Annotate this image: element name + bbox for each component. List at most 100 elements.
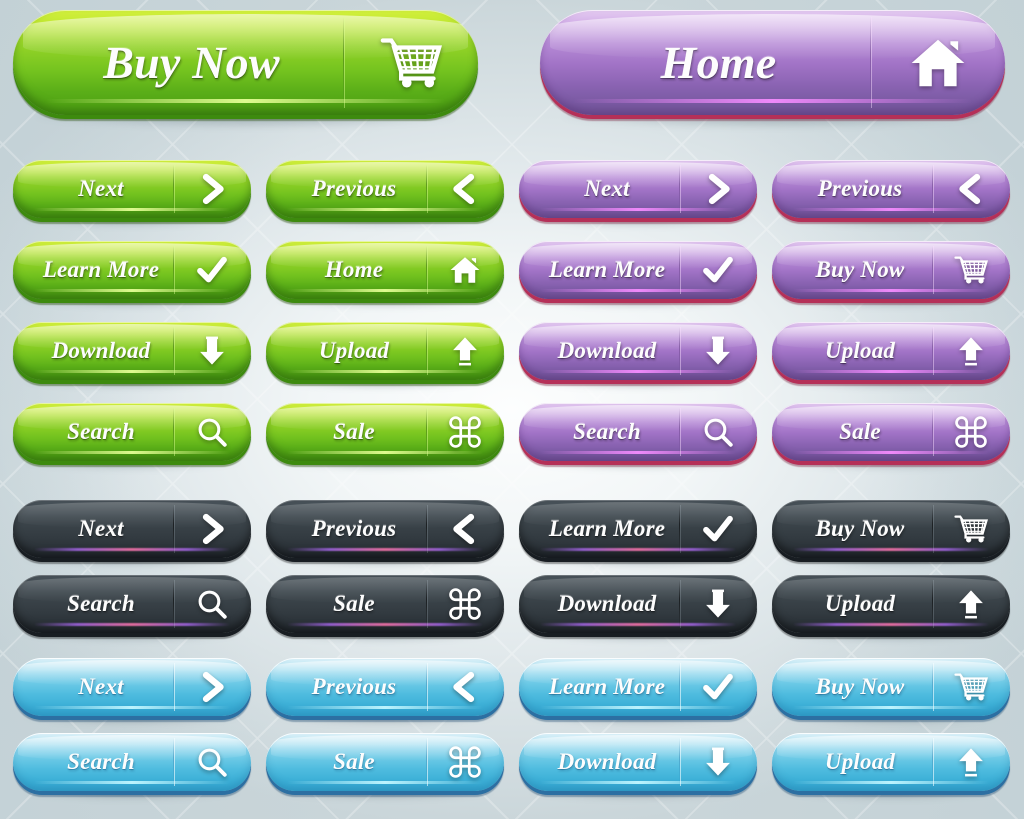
button-label: Next: [78, 674, 124, 699]
button-light-streak: [34, 289, 230, 292]
button-body: Upload: [772, 733, 1010, 791]
button-body: Search: [13, 733, 251, 791]
button-label: Sale: [333, 419, 375, 444]
command-icon: [932, 415, 1010, 449]
button-light-streak: [793, 451, 989, 454]
chevron-left-icon: [426, 670, 504, 704]
arrow-down-icon: [679, 334, 757, 368]
button-body: Sale: [772, 403, 1010, 461]
button-upload-blue[interactable]: Upload: [772, 733, 1010, 800]
button-light-streak: [34, 706, 230, 709]
button-label: Learn More: [548, 516, 666, 541]
button-upload-green[interactable]: Upload: [266, 322, 504, 389]
button-body: Upload: [772, 322, 1010, 380]
button-label: Learn More: [548, 674, 666, 699]
button-search-green[interactable]: Search: [13, 403, 251, 470]
arrow-up-icon: [932, 745, 1010, 779]
button-label: Home: [324, 257, 384, 282]
button-search-dark[interactable]: Search: [13, 575, 251, 642]
button-body: Upload: [266, 322, 504, 380]
checkmark-icon: [679, 253, 757, 287]
button-next-blue[interactable]: Next: [13, 658, 251, 725]
button-light-streak: [793, 370, 989, 373]
button-learn-more-blue[interactable]: Learn More: [519, 658, 757, 725]
button-label: Next: [78, 176, 124, 201]
command-icon: [426, 587, 504, 621]
arrow-up-icon: [932, 587, 1010, 621]
button-light-streak: [540, 289, 736, 292]
button-previous-blue[interactable]: Previous: [266, 658, 504, 725]
chevron-right-icon: [173, 172, 251, 206]
shopping-cart-icon: [932, 253, 1010, 287]
button-learn-more-purple[interactable]: Learn More: [519, 241, 757, 308]
button-body: Learn More: [13, 241, 251, 299]
button-upload-purple[interactable]: Upload: [772, 322, 1010, 389]
button-body: Next: [519, 160, 757, 218]
button-buy-now-blue[interactable]: Buy Now: [772, 658, 1010, 725]
button-home-green[interactable]: Home: [266, 241, 504, 308]
button-next-dark[interactable]: Next: [13, 500, 251, 567]
button-next-purple[interactable]: Next: [519, 160, 757, 227]
checkmark-icon: [679, 670, 757, 704]
button-learn-more-dark[interactable]: Learn More: [519, 500, 757, 567]
button-label: Upload: [824, 749, 896, 774]
button-light-streak: [34, 451, 230, 454]
button-label: Upload: [824, 591, 896, 616]
button-buy-now-purple[interactable]: Buy Now: [772, 241, 1010, 308]
button-label: Buy Now: [103, 37, 280, 88]
button-label: Home: [660, 37, 777, 88]
magnifier-icon: [679, 415, 757, 449]
magnifier-icon: [173, 587, 251, 621]
button-search-blue[interactable]: Search: [13, 733, 251, 800]
button-search-purple[interactable]: Search: [519, 403, 757, 470]
button-label: Search: [67, 419, 135, 444]
arrow-up-icon: [426, 334, 504, 368]
button-body: Previous: [266, 658, 504, 716]
button-label: Sale: [839, 419, 881, 444]
button-previous-dark[interactable]: Previous: [266, 500, 504, 567]
button-light-streak: [793, 623, 989, 626]
button-buy-now-green[interactable]: Buy Now: [13, 10, 478, 128]
button-body: Home: [540, 10, 1005, 115]
home-icon: [426, 253, 504, 287]
button-label: Search: [67, 591, 135, 616]
button-light-streak: [45, 99, 446, 103]
button-sale-purple[interactable]: Sale: [772, 403, 1010, 470]
button-sale-blue[interactable]: Sale: [266, 733, 504, 800]
button-light-streak: [287, 623, 483, 626]
button-download-dark[interactable]: Download: [519, 575, 757, 642]
button-body: Learn More: [519, 658, 757, 716]
chevron-right-icon: [173, 512, 251, 546]
magnifier-icon: [173, 415, 251, 449]
button-next-green[interactable]: Next: [13, 160, 251, 227]
button-body: Search: [519, 403, 757, 461]
button-previous-green[interactable]: Previous: [266, 160, 504, 227]
button-label: Download: [557, 338, 657, 363]
chevron-right-icon: [173, 670, 251, 704]
button-label: Learn More: [548, 257, 666, 282]
button-body: Download: [13, 322, 251, 380]
button-light-streak: [287, 548, 483, 551]
button-upload-dark[interactable]: Upload: [772, 575, 1010, 642]
button-sale-dark[interactable]: Sale: [266, 575, 504, 642]
button-body: Home: [266, 241, 504, 299]
button-body: Buy Now: [772, 241, 1010, 299]
button-label: Learn More: [42, 257, 160, 282]
button-download-purple[interactable]: Download: [519, 322, 757, 389]
button-sale-green[interactable]: Sale: [266, 403, 504, 470]
button-body: Next: [13, 658, 251, 716]
button-buy-now-dark[interactable]: Buy Now: [772, 500, 1010, 567]
checkmark-icon: [679, 512, 757, 546]
button-download-green[interactable]: Download: [13, 322, 251, 389]
button-body: Download: [519, 322, 757, 380]
button-label: Previous: [311, 176, 397, 201]
button-learn-more-green[interactable]: Learn More: [13, 241, 251, 308]
button-download-blue[interactable]: Download: [519, 733, 757, 800]
chevron-left-icon: [426, 172, 504, 206]
button-body: Previous: [266, 500, 504, 558]
button-light-streak: [34, 623, 230, 626]
button-label: Upload: [824, 338, 896, 363]
button-label: Next: [78, 516, 124, 541]
button-previous-purple[interactable]: Previous: [772, 160, 1010, 227]
button-home-purple[interactable]: Home: [540, 10, 1005, 128]
